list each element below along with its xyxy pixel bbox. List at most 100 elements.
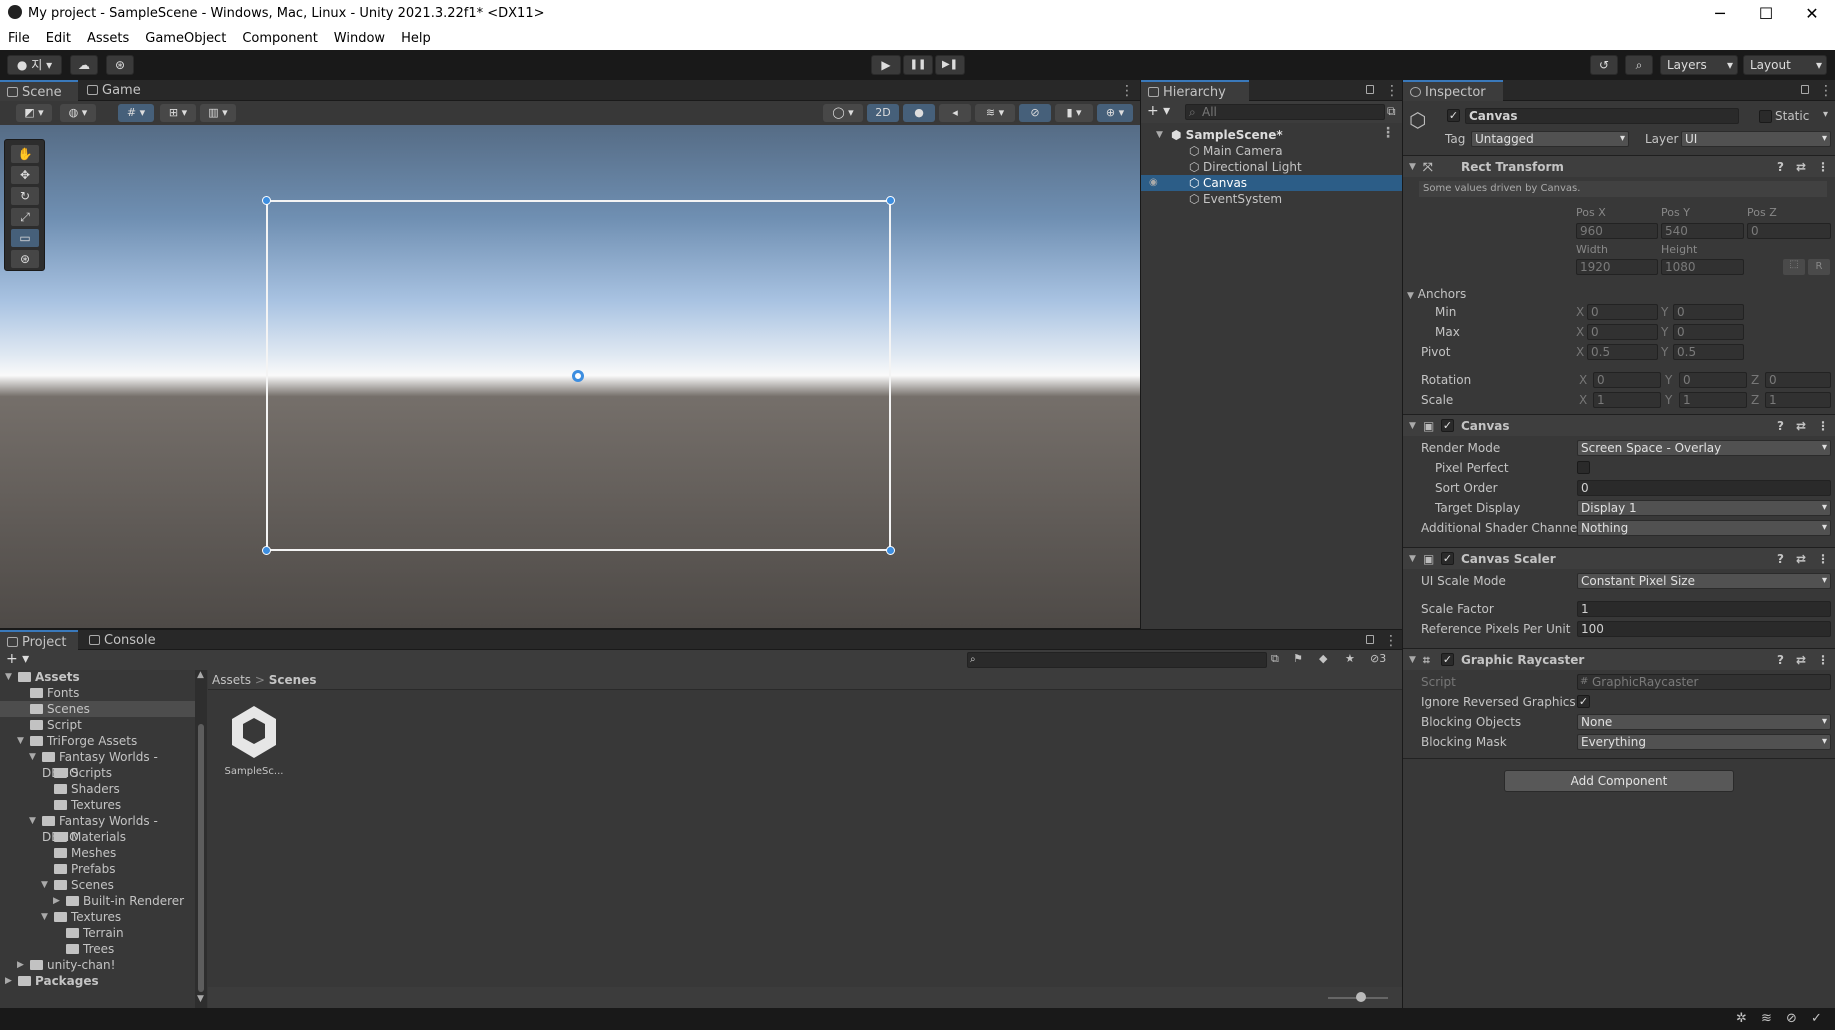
- anchor-max-y-field[interactable]: 0: [1673, 324, 1744, 340]
- search-by-type-icon[interactable]: ⧉: [1271, 652, 1279, 666]
- grid-visibility-dropdown[interactable]: ▥ ▾: [200, 104, 236, 122]
- lock-icon[interactable]: [1366, 85, 1374, 94]
- tree-item[interactable]: Scenes: [0, 701, 195, 717]
- layers-stack-icon[interactable]: ≋: [1761, 1011, 1772, 1026]
- breadcrumb-assets[interactable]: Assets: [212, 673, 251, 687]
- scale-tool-icon[interactable]: ⤢: [11, 208, 39, 226]
- hidden-packages-toggle[interactable]: ⊘3: [1370, 652, 1386, 665]
- tree-item[interactable]: ▼ Textures: [0, 909, 195, 925]
- tree-item[interactable]: Materials: [0, 829, 195, 845]
- chevron-down-icon[interactable]: ▼: [41, 877, 48, 893]
- menu-component[interactable]: Component: [234, 28, 325, 46]
- tree-item[interactable]: ▶ unity-chan!: [0, 957, 195, 973]
- chevron-down-icon[interactable]: ▼: [29, 813, 36, 829]
- chevron-right-icon[interactable]: ▶: [53, 893, 60, 909]
- tree-item[interactable]: ▶ Built-in Renderer: [0, 893, 195, 909]
- menu-file[interactable]: File: [0, 28, 38, 46]
- hierarchy-item-canvas[interactable]: ◉ ⬡ Canvas: [1141, 175, 1402, 191]
- layout-dropdown[interactable]: Layout ▾: [1743, 55, 1827, 75]
- effects-dropdown[interactable]: ≋ ▾: [975, 104, 1015, 122]
- chevron-right-icon[interactable]: ▶: [5, 973, 12, 989]
- tree-item[interactable]: Script: [0, 717, 195, 733]
- help-icon[interactable]: ?: [1777, 649, 1784, 671]
- tree-item[interactable]: Shaders: [0, 781, 195, 797]
- active-checkbox[interactable]: ✓: [1447, 109, 1460, 122]
- menu-assets[interactable]: Assets: [79, 28, 137, 46]
- chevron-right-icon[interactable]: ▶: [17, 957, 24, 973]
- tree-item[interactable]: Prefabs: [0, 861, 195, 877]
- increment-snap-dropdown[interactable]: ⊞ ▾: [160, 104, 196, 122]
- scale-factor-field[interactable]: 1: [1577, 601, 1831, 617]
- enabled-checkbox[interactable]: ✓: [1441, 653, 1454, 666]
- posz-field[interactable]: 0: [1747, 223, 1831, 239]
- enabled-checkbox[interactable]: ✓: [1441, 552, 1454, 565]
- menu-edit[interactable]: Edit: [38, 28, 79, 46]
- layer-dropdown[interactable]: UI: [1681, 131, 1831, 147]
- rotation-z-field[interactable]: 0: [1765, 372, 1831, 388]
- tree-item[interactable]: Terrain: [0, 925, 195, 941]
- chevron-up-icon[interactable]: ▲: [197, 670, 204, 680]
- anchor-max-x-field[interactable]: 0: [1587, 324, 1658, 340]
- tag-dropdown[interactable]: Untagged: [1471, 131, 1629, 147]
- tree-item[interactable]: ▶ Packages: [0, 973, 195, 989]
- draw-mode-dropdown[interactable]: ◩ ▾: [16, 104, 52, 122]
- tab-inspector[interactable]: Inspector: [1403, 80, 1503, 101]
- ref-ppu-field[interactable]: 100: [1577, 621, 1831, 637]
- auto-generate-lighting-icon[interactable]: ⊘: [1786, 1011, 1797, 1026]
- search-button[interactable]: ⌕: [1625, 55, 1653, 75]
- globe-dropdown[interactable]: ◍ ▾: [60, 104, 96, 122]
- scrollbar-thumb[interactable]: [198, 724, 204, 992]
- ignore-reversed-checkbox[interactable]: ✓: [1577, 695, 1590, 708]
- more-icon[interactable]: ⋮: [1817, 415, 1829, 437]
- lock-icon[interactable]: [1801, 85, 1809, 94]
- tree-item[interactable]: Textures: [0, 797, 195, 813]
- sort-order-field[interactable]: 0: [1577, 480, 1831, 496]
- rect-transform-header[interactable]: ▼ ⤧ Rect Transform ? ⇄ ⋮: [1403, 155, 1835, 177]
- anchors-foldout[interactable]: ▼ Anchors: [1407, 287, 1466, 301]
- close-button[interactable]: ✕: [1789, 2, 1835, 26]
- audio-toggle[interactable]: ◂: [939, 104, 971, 122]
- chevron-down-icon[interactable]: ▼: [5, 669, 12, 685]
- history-button[interactable]: ↺: [1590, 55, 1618, 75]
- scene-visibility-icon[interactable]: ⧉: [1387, 104, 1396, 119]
- tree-item[interactable]: Scripts: [0, 765, 195, 781]
- script-field[interactable]: # GraphicRaycaster: [1577, 674, 1831, 690]
- scale-z-field[interactable]: 1: [1765, 392, 1831, 408]
- cloud-button[interactable]: ☁: [70, 55, 98, 75]
- raw-edit-button[interactable]: R: [1808, 259, 1830, 275]
- width-field[interactable]: 1920: [1576, 259, 1658, 275]
- menu-gameobject[interactable]: GameObject: [137, 28, 234, 46]
- anchor-min-y-field[interactable]: 0: [1673, 304, 1744, 320]
- rotation-x-field[interactable]: 0: [1593, 372, 1661, 388]
- resize-handle[interactable]: [262, 546, 271, 555]
- chevron-down-icon[interactable]: ▾: [1823, 109, 1828, 120]
- chevron-down-icon[interactable]: ▼: [41, 909, 48, 925]
- create-dropdown[interactable]: + ▾: [6, 651, 29, 667]
- more-icon[interactable]: ⋮: [1819, 83, 1833, 99]
- target-display-dropdown[interactable]: Display 1: [1577, 500, 1831, 516]
- tree-item[interactable]: ▼ TriForge Assets: [0, 733, 195, 749]
- asset-item-samplescene[interactable]: SampleSc...: [224, 704, 284, 788]
- help-icon[interactable]: ?: [1777, 548, 1784, 570]
- canvas-component-header[interactable]: ▼ ▣ ✓ Canvas ? ⇄ ⋮: [1403, 414, 1835, 436]
- step-button[interactable]: ▶❚: [935, 55, 965, 75]
- height-field[interactable]: 1080: [1661, 259, 1744, 275]
- breadcrumb-scenes[interactable]: Scenes: [269, 673, 317, 687]
- pause-button[interactable]: ❚❚: [903, 55, 933, 75]
- resize-handle[interactable]: [886, 546, 895, 555]
- resize-handle[interactable]: [262, 196, 271, 205]
- grid-snap-dropdown[interactable]: # ▾: [118, 104, 154, 122]
- render-mode-dropdown[interactable]: Screen Space - Overlay: [1577, 440, 1831, 456]
- rotation-y-field[interactable]: 0: [1679, 372, 1747, 388]
- help-icon[interactable]: ?: [1777, 415, 1784, 437]
- menu-window[interactable]: Window: [326, 28, 393, 46]
- tree-item[interactable]: ▼ Scenes: [0, 877, 195, 893]
- project-search-input[interactable]: ⌕: [967, 652, 1267, 668]
- tree-scrollbar[interactable]: ▲ ▼: [195, 670, 207, 1008]
- pivot-handle[interactable]: [572, 370, 584, 382]
- lock-icon[interactable]: [1366, 635, 1374, 644]
- more-icon[interactable]: ⋮: [1120, 83, 1134, 99]
- debug-bug-icon[interactable]: ✲: [1736, 1011, 1747, 1026]
- more-icon[interactable]: ⋮: [1381, 125, 1395, 141]
- shader-channels-dropdown[interactable]: Nothing: [1577, 520, 1831, 536]
